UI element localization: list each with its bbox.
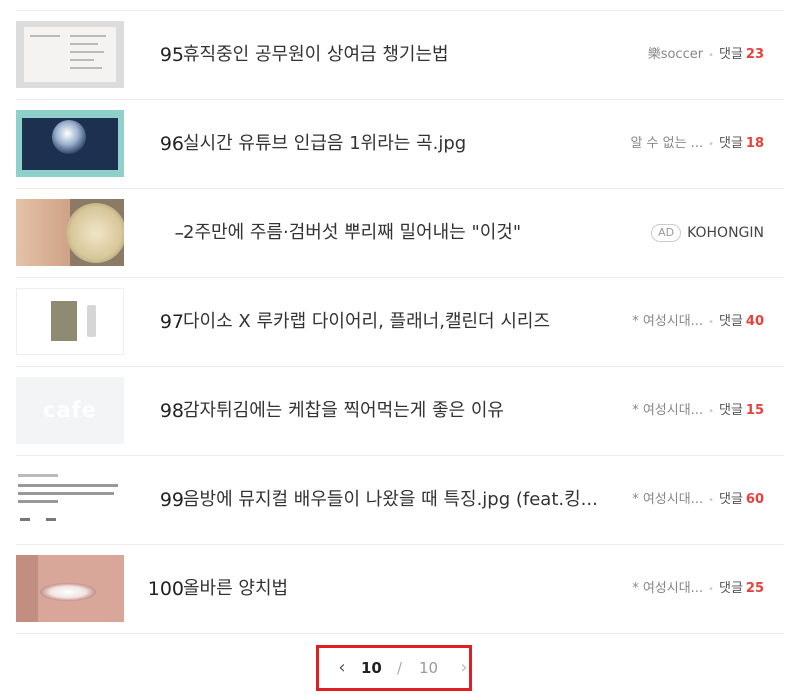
chevron-left-icon[interactable]: ‹: [331, 648, 353, 688]
thumbnail-image[interactable]: [16, 288, 124, 355]
rank-number: 96: [159, 133, 184, 155]
post-meta: 알 수 없는 ... • 댓글 18: [630, 100, 764, 188]
ad-list-item[interactable]: – 2주만에 주름·검버섯 뿌리째 밀어내는 "이것" AD KOHONGIN: [16, 188, 784, 277]
post-meta: 樂soccer • 댓글 23: [648, 11, 764, 99]
separator-dot: •: [708, 139, 714, 150]
rank-number: 95: [159, 44, 184, 66]
source-label[interactable]: * 여성시대...: [632, 581, 703, 596]
post-title[interactable]: 휴직중인 공무원이 상여금 챙기는법: [183, 11, 449, 99]
separator-dot: •: [708, 584, 714, 595]
rank-placeholder: –: [174, 222, 185, 244]
thumbnail-image[interactable]: cafe: [16, 377, 124, 444]
current-page: 10: [361, 659, 382, 677]
cafe-placeholder-text: cafe: [43, 398, 97, 422]
comment-label: 댓글: [718, 403, 743, 418]
chevron-right-icon[interactable]: ›: [453, 648, 475, 688]
comment-count: 18: [745, 136, 764, 151]
total-pages: 10: [419, 659, 439, 677]
list-item[interactable]: 99 음방에 뮤지컬 배우들이 나왔을 때 특징.jpg (feat.킹... …: [16, 455, 784, 544]
separator-dot: •: [708, 50, 714, 61]
thumbnail-image[interactable]: [16, 555, 124, 622]
separator-dot: •: [708, 495, 714, 506]
source-label[interactable]: 樂soccer: [648, 47, 703, 62]
post-title[interactable]: 감자튀김에는 케찹을 찍어먹는게 좋은 이유: [183, 367, 504, 455]
comment-label: 댓글: [718, 492, 743, 507]
post-meta: * 여성시대... • 댓글 25: [632, 545, 764, 633]
comment-label: 댓글: [718, 136, 743, 151]
thumbnail-image[interactable]: [16, 110, 124, 177]
post-meta: * 여성시대... • 댓글 60: [632, 456, 764, 544]
ad-badge: AD: [651, 224, 682, 242]
post-meta: * 여성시대... • 댓글 15: [632, 367, 764, 455]
rank-number: 100: [147, 578, 184, 600]
post-title[interactable]: 음방에 뮤지컬 배우들이 나왔을 때 특징.jpg (feat.킹...: [183, 456, 598, 544]
comment-label: 댓글: [718, 581, 743, 596]
separator-dot: •: [708, 317, 714, 328]
comment-count: 25: [745, 581, 764, 596]
advertiser-name[interactable]: KOHONGIN: [687, 225, 764, 241]
comment-label: 댓글: [718, 314, 743, 329]
article-list: 95 휴직중인 공무원이 상여금 챙기는법 樂soccer • 댓글 23 96 실시…: [16, 10, 784, 634]
comment-count: 40: [745, 314, 764, 329]
post-meta: * 여성시대... • 댓글 40: [632, 278, 764, 366]
page-separator: /: [397, 659, 403, 677]
ad-title[interactable]: 2주만에 주름·검버섯 뿌리째 밀어내는 "이것": [183, 189, 521, 277]
rank-number: 99: [159, 489, 184, 511]
list-item[interactable]: 97 다이소 X 루카랩 다이어리, 플래너,캘린더 시리즈 * 여성시대...…: [16, 277, 784, 366]
pagination: ‹ 10 / 10 ›: [316, 645, 472, 691]
post-title[interactable]: 올바른 양치법: [183, 545, 288, 633]
list-item[interactable]: 100 올바른 양치법 * 여성시대... • 댓글 25: [16, 544, 784, 634]
list-item[interactable]: 96 실시간 유튜브 인급음 1위라는 곡.jpg 알 수 없는 ... • 댓글 1…: [16, 99, 784, 188]
source-label[interactable]: 알 수 없는 ...: [630, 136, 703, 151]
list-item[interactable]: cafe 98 감자튀김에는 케찹을 찍어먹는게 좋은 이유 * 여성시대...…: [16, 366, 784, 455]
list-item[interactable]: 95 휴직중인 공무원이 상여금 챙기는법 樂soccer • 댓글 23: [16, 10, 784, 99]
comment-count: 23: [745, 47, 764, 62]
ad-thumbnail-image[interactable]: [16, 199, 124, 266]
source-label[interactable]: * 여성시대...: [632, 403, 703, 418]
ad-meta: AD KOHONGIN: [651, 189, 764, 277]
post-title[interactable]: 실시간 유튜브 인급음 1위라는 곡.jpg: [183, 100, 466, 188]
rank-number: 98: [159, 400, 184, 422]
comment-count: 60: [745, 492, 764, 507]
comment-count: 15: [745, 403, 764, 418]
thumbnail-image[interactable]: [16, 466, 124, 533]
separator-dot: •: [708, 406, 714, 417]
source-label[interactable]: * 여성시대...: [632, 492, 703, 507]
post-title[interactable]: 다이소 X 루카랩 다이어리, 플래너,캘린더 시리즈: [183, 278, 550, 366]
comment-label: 댓글: [718, 47, 743, 62]
thumbnail-image[interactable]: [16, 21, 124, 88]
source-label[interactable]: * 여성시대...: [632, 314, 703, 329]
rank-number: 97: [159, 311, 184, 333]
